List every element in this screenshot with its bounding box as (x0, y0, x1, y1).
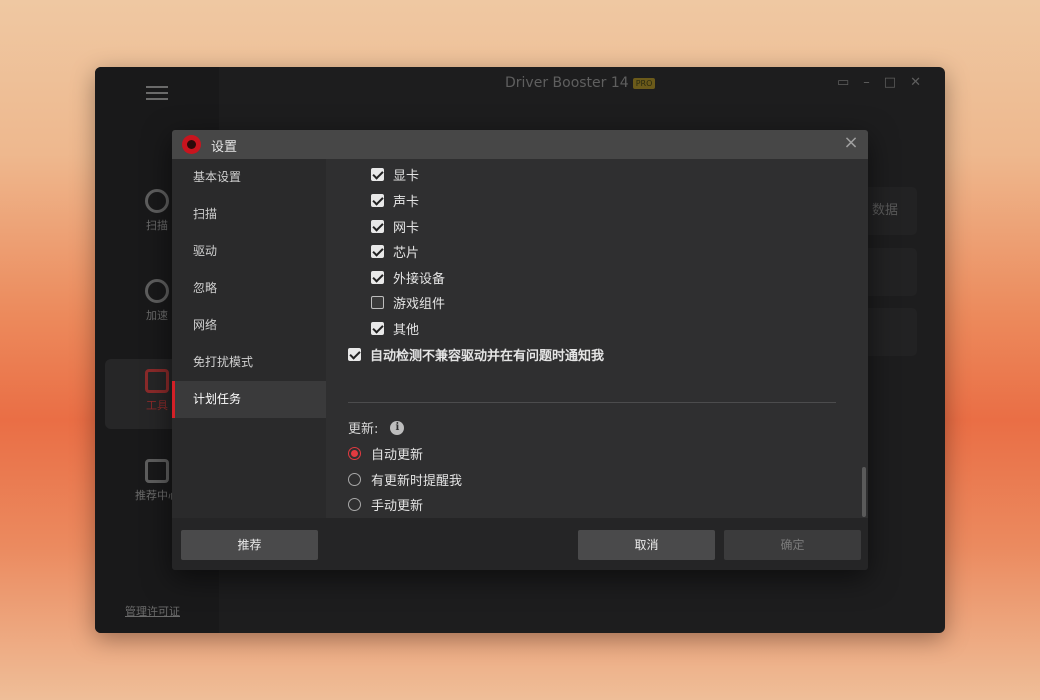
recommend-button[interactable]: 推荐 (181, 530, 318, 560)
settings-nav: 基本设置 扫描 驱动 忽略 网络 免打扰模式 计划任务 (172, 159, 326, 518)
checkbox-label: 游戏组件 (393, 296, 446, 312)
divider (348, 402, 836, 403)
manage-license-link[interactable]: 管理许可证 (125, 603, 180, 619)
app-title-text: Driver Booster 14 (505, 75, 629, 91)
checkbox-row[interactable]: 游戏组件 (371, 292, 445, 312)
checkbox[interactable] (371, 219, 384, 233)
checkbox-label: 其他 (393, 322, 420, 338)
dialog-header: 设置 × (172, 130, 868, 159)
content-scrollbar[interactable] (862, 467, 866, 517)
radio-label: 有更新时提醒我 (371, 473, 463, 489)
radio-button[interactable] (348, 472, 361, 486)
app-nav-label: 加速 (146, 309, 168, 322)
maximize-icon[interactable]: □ (884, 75, 910, 90)
settings-content: 显卡 声卡 网卡 芯片 外接设备 游戏组件 其他 自动检测不兼容驱动并在有问题时… (326, 159, 868, 518)
dialog-footer: 推荐 取消 确定 (172, 518, 868, 570)
driver-booster-logo-icon (182, 135, 201, 154)
radio-label: 手动更新 (371, 498, 424, 514)
ok-button[interactable]: 确定 (724, 530, 861, 560)
checkbox-label: 外接设备 (393, 271, 446, 287)
radio-notify-update[interactable]: 有更新时提醒我 (348, 469, 462, 489)
dialog-title: 设置 (211, 140, 238, 155)
close-icon[interactable]: × (842, 133, 860, 153)
checkbox-row[interactable]: 其他 (371, 318, 419, 338)
scan-icon (145, 189, 169, 213)
speedometer-icon (145, 279, 169, 303)
auto-detect-label: 自动检测不兼容驱动并在有问题时通知我 (370, 348, 605, 364)
app-title: Driver Booster 14 PRO (505, 75, 656, 91)
checkbox-row[interactable]: 显卡 (371, 164, 419, 184)
auto-detect-row[interactable]: 自动检测不兼容驱动并在有问题时通知我 (348, 344, 604, 364)
update-section-label: 更新: i (348, 418, 405, 437)
checkbox-label: 芯片 (393, 245, 420, 261)
checkbox-row[interactable]: 网卡 (371, 216, 419, 236)
settings-nav-schedule[interactable]: 计划任务 (172, 381, 326, 418)
radio-auto-update[interactable]: 自动更新 (348, 443, 423, 463)
checkbox[interactable] (371, 167, 384, 181)
close-icon[interactable]: ✕ (910, 75, 935, 90)
minimize-icon[interactable]: – (863, 75, 884, 90)
checkbox-label: 显卡 (393, 168, 420, 184)
settings-nav-dnd[interactable]: 免打扰模式 (172, 344, 326, 381)
apps-icon (145, 459, 169, 483)
settings-nav-scan[interactable]: 扫描 (172, 196, 326, 233)
update-label-text: 更新: (348, 422, 379, 437)
radio-button[interactable] (348, 497, 361, 511)
checkbox[interactable] (371, 295, 384, 309)
checkbox[interactable] (371, 193, 384, 207)
pro-badge: PRO (632, 77, 656, 89)
checkbox-row[interactable]: 外接设备 (371, 267, 445, 287)
window-controls: ▭–□✕ (837, 75, 935, 90)
settings-nav-driver[interactable]: 驱动 (172, 233, 326, 270)
settings-nav-basic[interactable]: 基本设置 (172, 159, 326, 196)
checkbox[interactable] (371, 270, 384, 284)
checkbox[interactable] (371, 244, 384, 258)
auto-detect-checkbox[interactable] (348, 347, 361, 361)
menu-icon[interactable] (146, 86, 168, 100)
app-nav-label: 工具 (146, 399, 168, 412)
settings-nav-ignore[interactable]: 忽略 (172, 270, 326, 307)
app-nav-label: 扫描 (146, 219, 168, 232)
settings-dialog: 设置 × 基本设置 扫描 驱动 忽略 网络 免打扰模式 计划任务 显卡 声卡 网… (172, 130, 868, 570)
checkbox[interactable] (371, 321, 384, 335)
feedback-icon[interactable]: ▭ (837, 75, 863, 90)
checkbox-row[interactable]: 声卡 (371, 190, 419, 210)
settings-nav-network[interactable]: 网络 (172, 307, 326, 344)
info-icon[interactable]: i (390, 420, 405, 435)
radio-label: 自动更新 (371, 447, 424, 463)
toolbox-icon (145, 369, 169, 393)
checkbox-label: 声卡 (393, 194, 420, 210)
checkbox-row[interactable]: 芯片 (371, 241, 419, 261)
checkbox-label: 网卡 (393, 220, 420, 236)
radio-manual-update[interactable]: 手动更新 (348, 494, 423, 514)
background-card-text: 数据 (872, 203, 899, 218)
radio-button[interactable] (348, 446, 361, 460)
cancel-button[interactable]: 取消 (578, 530, 715, 560)
